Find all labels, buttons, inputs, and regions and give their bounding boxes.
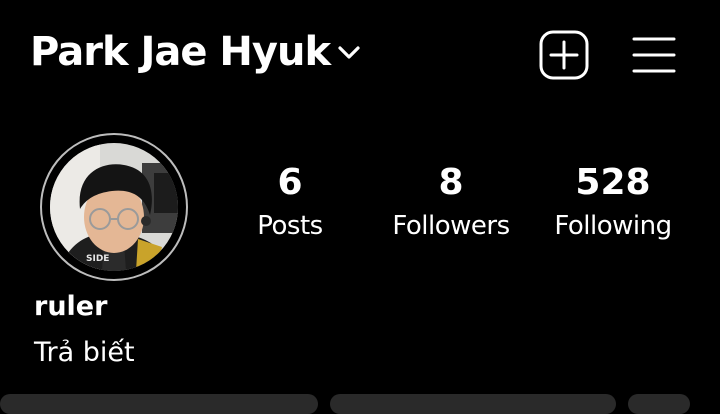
stat-value: 528: [575, 162, 651, 203]
discover-people-button[interactable]: [628, 394, 690, 414]
chevron-down-icon[interactable]: [334, 38, 364, 68]
profile-bio: Trả biết: [34, 337, 135, 368]
profile-header: Park Jae Hyuk: [0, 0, 720, 105]
stat-label: Posts: [257, 211, 323, 241]
profile-username[interactable]: Park Jae Hyuk: [30, 24, 331, 80]
stat-label: Followers: [392, 211, 510, 241]
stat-posts[interactable]: 6 Posts: [210, 158, 370, 244]
stat-label: Following: [554, 211, 672, 241]
stat-value: 6: [277, 162, 303, 203]
stat-value: 8: [438, 162, 464, 203]
hamburger-menu-icon[interactable]: [632, 34, 676, 76]
avatar[interactable]: SIDE: [40, 133, 188, 281]
new-post-icon[interactable]: [538, 29, 590, 81]
stat-followers[interactable]: 8 Followers: [371, 158, 531, 244]
edit-profile-button[interactable]: [0, 394, 318, 414]
profile-photo: SIDE: [50, 143, 178, 271]
profile-photo-image: SIDE: [50, 143, 178, 271]
share-profile-button[interactable]: [330, 394, 616, 414]
stat-following[interactable]: 528 Following: [533, 158, 693, 244]
svg-text:SIDE: SIDE: [86, 254, 109, 264]
profile-display-name: ruler: [34, 291, 108, 322]
